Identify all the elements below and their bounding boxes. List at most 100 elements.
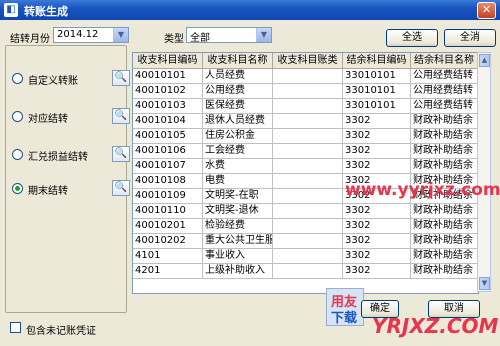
table-cell: [273, 189, 343, 204]
option-label: 对应结转: [28, 114, 68, 125]
table-cell: 40010110: [133, 204, 203, 219]
type-select[interactable]: 全部 ▼: [186, 27, 272, 44]
table-row[interactable]: 40010107 水费 3302 财政补助结余: [133, 159, 478, 174]
table-row[interactable]: 40010102 公用经费 33010101 公用经费结转: [133, 84, 478, 99]
table-cell: 3302: [343, 159, 411, 174]
table-cell: 40010101: [133, 69, 203, 84]
magnifier-icon[interactable]: 🔍: [112, 108, 130, 124]
table-row[interactable]: 40010101 人员经费 33010101 公用经费结转: [133, 69, 478, 84]
type-label: 类型: [164, 34, 184, 45]
include-unposted-checkbox[interactable]: [10, 322, 21, 333]
option-label: 汇兑损益结转: [28, 152, 88, 163]
table-cell: 财政补助结余: [411, 264, 478, 279]
table-cell: 3302: [343, 144, 411, 159]
table-cell: 水费: [203, 159, 273, 174]
table-cell: 3302: [343, 129, 411, 144]
table-cell: 电费: [203, 174, 273, 189]
table-row[interactable]: 40010202重大公共卫生服务 3302财政补助结余: [133, 234, 478, 249]
table-cell: [273, 84, 343, 99]
chevron-down-icon[interactable]: ▼: [113, 28, 128, 42]
table-cell: 33010101: [343, 69, 411, 84]
vertical-scrollbar[interactable]: ▲ ▼: [477, 52, 491, 292]
column-header[interactable]: 收支科目编码: [133, 53, 203, 69]
table-cell: 退休人员经费: [203, 114, 273, 129]
table-cell: 40010102: [133, 84, 203, 99]
table-cell: 40010103: [133, 99, 203, 114]
window-title: 转账生成: [24, 5, 68, 18]
table-cell: 3302: [343, 204, 411, 219]
table-cell: 财政补助结余: [411, 249, 478, 264]
cancel-button[interactable]: 取消: [428, 300, 480, 318]
transfer-grid[interactable]: 收支科目编码 收支科目名称 收支科目账类 结余科目编码 结余科目名称 40010101 人…: [132, 52, 479, 294]
table-cell: [273, 159, 343, 174]
table-row[interactable]: 40010201 检验经费 3302 财政补助结余: [133, 219, 478, 234]
table-cell: 3302: [343, 234, 411, 249]
column-header[interactable]: 收支科目名称: [203, 53, 273, 69]
table-cell: 重大公共卫生服务: [203, 234, 273, 249]
table-cell: 33010101: [343, 84, 411, 99]
option-label: 自定义转账: [28, 76, 78, 87]
logo-watermark-badge: 用友 下载: [326, 288, 364, 326]
scroll-down-icon[interactable]: ▼: [479, 277, 490, 290]
table-cell: [273, 234, 343, 249]
table-row[interactable]: 40010106 工会经费 3302 财政补助结余: [133, 144, 478, 159]
magnifier-icon[interactable]: 🔍: [112, 70, 130, 86]
table-row[interactable]: 40010103 医保经费 33010101 公用经费结转: [133, 99, 478, 114]
select-all-button[interactable]: 全选: [386, 29, 438, 47]
column-header[interactable]: 结余科目名称: [411, 53, 478, 69]
table-cell: 40010105: [133, 129, 203, 144]
radio-button[interactable]: [12, 149, 23, 160]
table-cell: 工会经费: [203, 144, 273, 159]
table-cell: 40010104: [133, 114, 203, 129]
table-cell: 3302: [343, 249, 411, 264]
option-label: 期末结转: [28, 186, 68, 197]
table-row[interactable]: 40010110 文明奖-退休 3302 财政补助结余: [133, 204, 478, 219]
table-cell: 财政补助结余: [411, 159, 478, 174]
table-cell: 财政补助结余: [411, 219, 478, 234]
ok-button[interactable]: 确定: [361, 300, 399, 318]
close-button[interactable]: ✕: [477, 2, 496, 19]
table-row[interactable]: 40010105 住房公积金 3302 财政补助结余: [133, 129, 478, 144]
column-header[interactable]: 结余科目编码: [343, 53, 411, 69]
table-cell: 公用经费: [203, 84, 273, 99]
table-cell: 文明奖-在职: [203, 189, 273, 204]
radio-button-selected[interactable]: [12, 183, 23, 194]
table-cell: 33010101: [343, 99, 411, 114]
title-bar: ◧ 转账生成 ✕: [0, 0, 500, 20]
table-row[interactable]: 40010104 退休人员经费 3302 财政补助结余: [133, 114, 478, 129]
table-cell: 40010106: [133, 144, 203, 159]
clear-all-button[interactable]: 全消: [444, 29, 496, 47]
table-cell: 3302: [343, 219, 411, 234]
table-cell: 事业收入: [203, 249, 273, 264]
table-row[interactable]: 4201 上级补助收入 3302 财政补助结余: [133, 264, 478, 279]
table-cell: [273, 144, 343, 159]
table-cell: 上级补助收入: [203, 264, 273, 279]
table-cell: 财政补助结余: [411, 234, 478, 249]
month-select[interactable]: 2014.12 ▼: [53, 27, 129, 43]
table-cell: 公用经费结转: [411, 99, 478, 114]
table-cell: [273, 249, 343, 264]
table-cell: [273, 114, 343, 129]
table-cell: 4101: [133, 249, 203, 264]
magnifier-icon[interactable]: 🔍: [112, 146, 130, 162]
magnifier-icon[interactable]: 🔍: [112, 180, 130, 196]
chevron-down-icon[interactable]: ▼: [256, 28, 271, 42]
radio-button[interactable]: [12, 111, 23, 122]
table-cell: 40010202: [133, 234, 203, 249]
table-cell: 40010201: [133, 219, 203, 234]
table-cell: 财政补助结余: [411, 129, 478, 144]
table-cell: [273, 204, 343, 219]
table-cell: 医保经费: [203, 99, 273, 114]
column-header[interactable]: 收支科目账类: [273, 53, 343, 69]
table-cell: 财政补助结余: [411, 204, 478, 219]
table-cell: 财政补助结余: [411, 144, 478, 159]
table-cell: 公用经费结转: [411, 69, 478, 84]
month-value: 2014.12: [57, 29, 99, 40]
table-cell: 3302: [343, 114, 411, 129]
table-row[interactable]: 4101 事业收入 3302 财政补助结余: [133, 249, 478, 264]
logo-text-2: 下载: [331, 311, 358, 326]
table-cell: 财政补助结余: [411, 114, 478, 129]
scroll-up-icon[interactable]: ▲: [479, 54, 490, 67]
table-cell: [273, 99, 343, 114]
radio-button[interactable]: [12, 73, 23, 84]
